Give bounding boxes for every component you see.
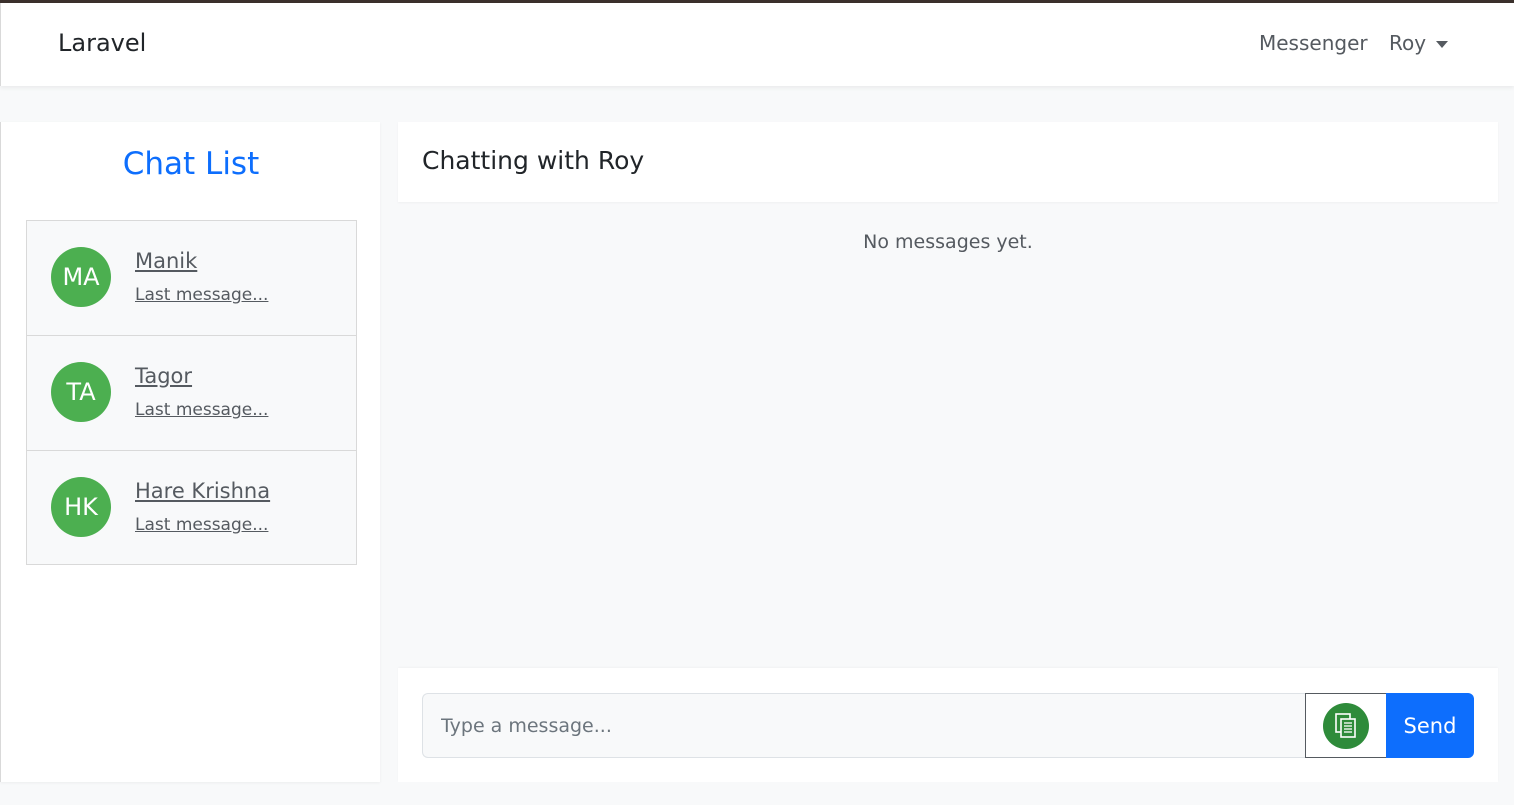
avatar: TA (51, 362, 111, 422)
contact-name[interactable]: Manik (135, 249, 197, 273)
avatar: MA (51, 247, 111, 307)
send-button[interactable]: Send (1386, 693, 1474, 758)
user-name: Roy (1389, 31, 1427, 55)
chat-list-title: Chat List (122, 146, 260, 182)
avatar: HK (51, 477, 111, 537)
contact-last-message[interactable]: Last message... (135, 400, 268, 420)
document-copy-icon (1323, 702, 1369, 749)
chat-list-panel: Chat List MA Manik Last message... TA Ta… (0, 122, 380, 782)
message-input[interactable] (422, 693, 1306, 758)
navbar: Laravel Messenger Roy (0, 3, 1514, 86)
chat-header: Chatting with Roy (398, 122, 1498, 202)
chat-header-title: Chatting with Roy (422, 146, 645, 175)
attach-button[interactable] (1305, 693, 1387, 758)
empty-messages-text: No messages yet. (863, 231, 1033, 253)
nav-messenger-link[interactable]: Messenger (1259, 31, 1368, 55)
user-dropdown[interactable]: Roy (1389, 31, 1449, 55)
contact-name[interactable]: Tagor (135, 364, 192, 388)
contact-item-tagor[interactable]: TA Tagor Last message... (27, 336, 356, 451)
brand-link[interactable]: Laravel (58, 29, 146, 57)
contact-last-message[interactable]: Last message... (135, 515, 268, 535)
contact-item-manik[interactable]: MA Manik Last message... (27, 221, 356, 336)
contact-list: MA Manik Last message... TA Tagor Last m… (26, 220, 357, 565)
caret-down-icon (1436, 40, 1449, 48)
contact-last-message[interactable]: Last message... (135, 285, 268, 305)
contact-name[interactable]: Hare Krishna (135, 479, 270, 503)
contact-item-hare-krishna[interactable]: HK Hare Krishna Last message... (27, 451, 356, 564)
message-composer: Send (398, 668, 1498, 782)
